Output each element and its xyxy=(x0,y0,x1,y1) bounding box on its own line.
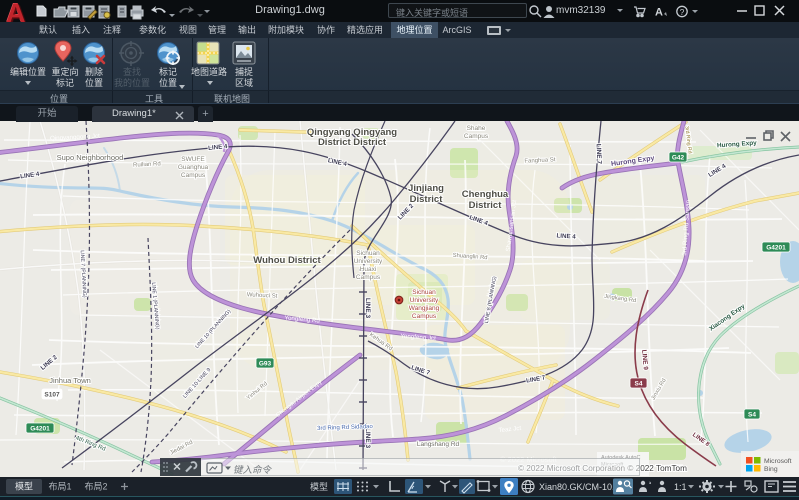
svg-text:District: District xyxy=(410,194,444,205)
svg-text:Xian80.GK/CM-10...: Xian80.GK/CM-10... xyxy=(539,482,620,492)
svg-text:Sichuan: Sichuan xyxy=(412,289,436,296)
svg-text:District District: District District xyxy=(318,137,387,148)
svg-text:S107: S107 xyxy=(44,392,60,399)
svg-text:University: University xyxy=(354,258,383,265)
svg-text:Jinhua Town: Jinhua Town xyxy=(49,376,91,385)
svg-text:Langshang Rd: Langshang Rd xyxy=(417,441,460,448)
svg-text:Jinjiang: Jinjiang xyxy=(408,183,444,194)
svg-text:?: ? xyxy=(680,7,685,17)
svg-text:LINE 3: LINE 3 xyxy=(364,298,371,319)
svg-text:Wangjiang: Wangjiang xyxy=(409,305,440,312)
svg-text:G42: G42 xyxy=(672,155,685,162)
svg-text:Campus: Campus xyxy=(412,313,437,320)
svg-text:S4: S4 xyxy=(635,381,643,388)
svg-text:1:1: 1:1 xyxy=(674,482,687,492)
svg-text:S4: S4 xyxy=(748,412,756,419)
svg-text:G93: G93 xyxy=(259,361,272,368)
svg-text:Chenghua: Chenghua xyxy=(462,189,509,200)
svg-text:模型: 模型 xyxy=(15,482,33,492)
svg-text:University: University xyxy=(410,297,439,304)
svg-text:Supo Neighborhood: Supo Neighborhood xyxy=(57,153,124,162)
svg-text:A: A xyxy=(655,7,663,19)
svg-text:G4201: G4201 xyxy=(30,426,50,433)
svg-text:Campus: Campus xyxy=(181,172,206,179)
svg-text:District: District xyxy=(469,200,503,211)
svg-text:Microsoft: Microsoft xyxy=(764,458,792,465)
svg-text:布局1: 布局1 xyxy=(48,481,71,492)
svg-text:G4201: G4201 xyxy=(766,245,786,252)
svg-text:模型: 模型 xyxy=(310,482,328,492)
svg-text:Sichuan: Sichuan xyxy=(356,250,380,257)
svg-text:Campus: Campus xyxy=(464,133,489,140)
svg-text:SWUFE: SWUFE xyxy=(181,156,205,163)
svg-text:Campus: Campus xyxy=(356,274,381,281)
svg-text:Guanghua: Guanghua xyxy=(178,164,209,171)
svg-text:Shahe: Shahe xyxy=(467,125,486,132)
svg-text:LINE 7: LINE 7 xyxy=(595,144,603,165)
svg-text:Huaxi: Huaxi xyxy=(360,266,377,273)
svg-text:LINE 4: LINE 4 xyxy=(556,232,576,240)
svg-text:布局2: 布局2 xyxy=(84,481,107,492)
svg-text:LINE 3: LINE 3 xyxy=(364,428,371,449)
svg-text:Wuhou District: Wuhou District xyxy=(253,255,321,266)
svg-text:Bing: Bing xyxy=(764,466,778,473)
